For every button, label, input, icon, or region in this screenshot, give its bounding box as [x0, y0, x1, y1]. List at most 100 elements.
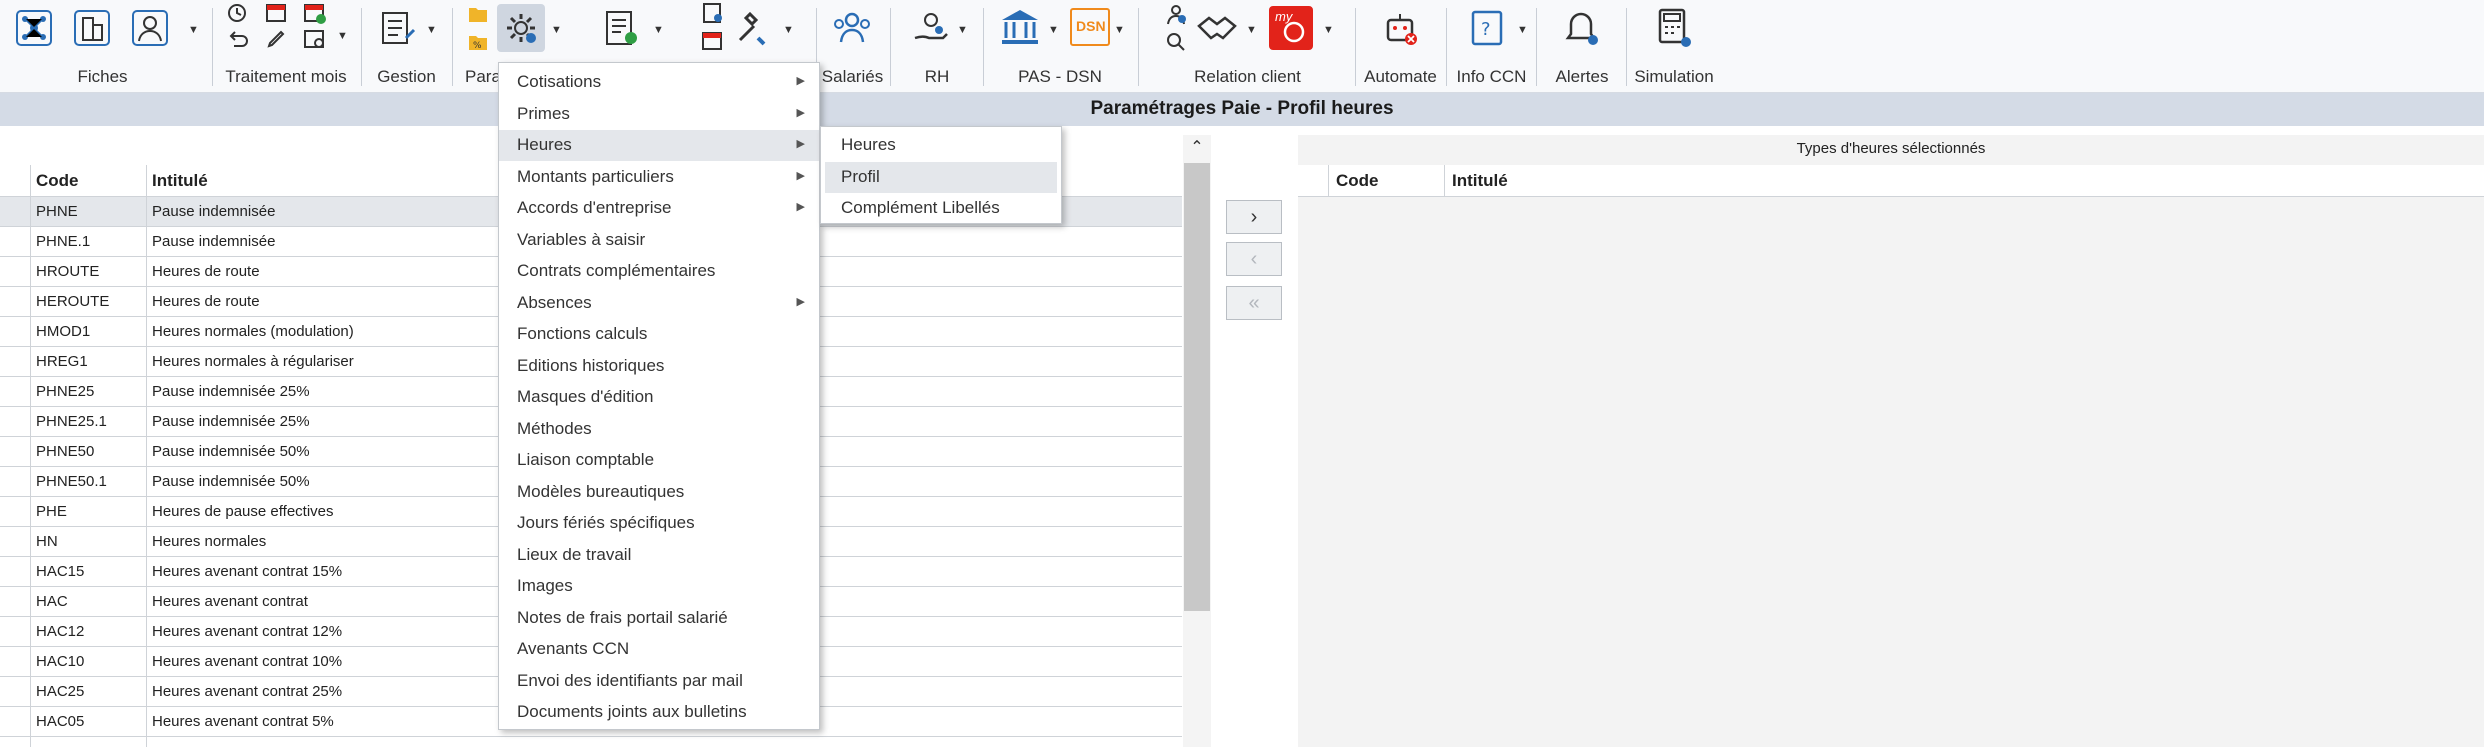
search-icon[interactable] — [1165, 30, 1187, 54]
menu-item[interactable]: Masques d'édition — [499, 382, 819, 413]
menu-item[interactable]: Heures ▶ — [499, 130, 819, 161]
column-header-code[interactable]: Code — [1336, 171, 1379, 191]
divider — [1355, 8, 1356, 86]
chevron-down-icon[interactable]: ▼ — [188, 24, 199, 36]
menu-item[interactable]: Avenants CCN — [499, 634, 819, 665]
menu-item[interactable]: Envoi des identifiants par mail — [499, 666, 819, 697]
chevron-down-icon[interactable]: ▼ — [551, 24, 562, 36]
add-selected-button[interactable]: › — [1226, 200, 1282, 234]
row-intitule: Heures avenant contrat 12% — [152, 623, 343, 640]
chevron-down-icon[interactable]: ▼ — [957, 24, 968, 36]
scroll-up-icon[interactable]: ⌃ — [1183, 135, 1211, 161]
scrollbar-thumb[interactable] — [1184, 163, 1210, 611]
menu-item[interactable]: Modèles bureautiques — [499, 477, 819, 508]
divider — [30, 165, 31, 747]
submenu-item[interactable]: Complément Libellés — [825, 193, 1057, 224]
handshake-icon[interactable] — [1195, 8, 1239, 48]
divider — [1626, 8, 1627, 86]
calendar-view-icon[interactable] — [302, 28, 328, 50]
calendar-eye-icon[interactable] — [700, 30, 726, 52]
chevron-down-icon[interactable]: ▼ — [783, 24, 794, 36]
submenu-item[interactable]: Heures — [825, 130, 1057, 161]
menu-item[interactable]: Variables à saisir — [499, 225, 819, 256]
menu-item[interactable]: Primes ▶ — [499, 99, 819, 130]
network-icon[interactable] — [14, 8, 54, 48]
calculator-icon[interactable] — [1652, 6, 1696, 50]
menu-item[interactable]: Liaison comptable — [499, 445, 819, 476]
chevron-down-icon[interactable]: ▼ — [1048, 24, 1059, 36]
menu-item[interactable]: Notes de frais portail salarié — [499, 603, 819, 634]
hr-hand-icon[interactable] — [911, 8, 951, 48]
menu-item[interactable]: Absences ▶ — [499, 288, 819, 319]
column-header-intitule[interactable]: Intitulé — [1452, 171, 1508, 191]
tools-icon[interactable] — [732, 8, 772, 48]
clock-icon[interactable] — [226, 2, 252, 24]
group-traitement-mois: ▼ Traitement mois — [215, 0, 357, 93]
remove-selected-button[interactable]: ‹ — [1226, 242, 1282, 276]
remove-all-button[interactable]: « — [1226, 286, 1282, 320]
menu-item[interactable]: Documents joints aux bulletins — [499, 697, 819, 728]
submenu-item[interactable]: Profil — [825, 161, 1057, 193]
my-ae-icon[interactable]: my — [1269, 6, 1313, 50]
group-pas-dsn: ▼ DSN ▼ PAS - DSN — [986, 0, 1134, 93]
chevron-down-icon[interactable]: ▼ — [1323, 24, 1334, 36]
chevron-down-icon[interactable]: ▼ — [653, 24, 664, 36]
folder-icon[interactable] — [467, 4, 489, 24]
checklist-icon[interactable] — [378, 8, 418, 48]
vertical-scrollbar[interactable]: ⌃ — [1183, 135, 1211, 747]
menu-item-label: Masques d'édition — [517, 387, 654, 406]
help-book-icon[interactable]: ? — [1467, 8, 1507, 48]
menu-item-label: Liaison comptable — [517, 450, 655, 469]
chevron-down-icon[interactable]: ▼ — [337, 30, 348, 42]
chevron-down-icon[interactable]: ▼ — [426, 24, 437, 36]
menu-item[interactable]: Accords d'entreprise ▶ — [499, 193, 819, 224]
row-intitule: Pause indemnisée 25% — [152, 383, 310, 400]
document-add-icon[interactable] — [601, 8, 641, 48]
calendar-icon[interactable] — [264, 2, 290, 24]
menu-item[interactable]: Montants particuliers ▶ — [499, 162, 819, 193]
selected-hours-header: Code Intitulé — [1298, 165, 2484, 197]
report-icon[interactable] — [700, 2, 726, 24]
dsn-icon[interactable]: DSN — [1070, 8, 1110, 46]
undo-icon[interactable] — [226, 28, 252, 50]
bank-icon[interactable] — [998, 6, 1042, 50]
contact-icon[interactable] — [1165, 2, 1187, 26]
menu-item[interactable]: Images — [499, 571, 819, 602]
menu-item-label: Editions historiques — [517, 355, 665, 375]
menu-item[interactable]: Editions historiques — [499, 351, 819, 382]
menu-item[interactable]: Fonctions calculs — [499, 319, 819, 350]
row-code: PHNE.1 — [36, 233, 91, 250]
menu-item[interactable]: Méthodes — [499, 414, 819, 445]
column-header-intitule[interactable]: Intitulé — [152, 171, 208, 191]
bell-icon[interactable] — [1561, 6, 1601, 48]
chevron-right-icon: ▶ — [796, 169, 805, 182]
divider — [983, 8, 984, 86]
menu-item[interactable]: Cotisations ▶ — [499, 67, 819, 98]
row-intitule: Pause indemnisée 25% — [152, 413, 310, 430]
row-code: HAC25 — [36, 683, 85, 700]
group-label-relation-client: Relation client — [1194, 67, 1301, 86]
edit-icon[interactable] — [264, 28, 290, 50]
menu-item[interactable]: Jours fériés spécifiques — [499, 508, 819, 539]
employee-card-icon[interactable] — [130, 8, 170, 48]
employees-icon[interactable] — [830, 8, 874, 48]
group-label-pas-dsn: PAS - DSN — [1018, 67, 1102, 86]
chevron-down-icon[interactable]: ▼ — [1517, 24, 1528, 36]
row-code: PHNE50.1 — [36, 473, 107, 490]
menu-item[interactable]: Contrats complémentaires — [499, 256, 819, 287]
column-header-code[interactable]: Code — [36, 171, 79, 191]
chevron-down-icon[interactable]: ▼ — [1246, 24, 1257, 36]
group-label-simulation: Simulation — [1634, 67, 1714, 86]
chevron-down-icon[interactable]: ▼ — [1114, 24, 1125, 36]
robot-icon[interactable] — [1380, 8, 1420, 48]
settings-button[interactable] — [497, 4, 545, 52]
row-intitule: Heures de pause effectives — [152, 503, 334, 520]
folder-percent-icon[interactable]: % — [467, 32, 489, 52]
svg-text:%: % — [473, 41, 482, 51]
menu-item-label: Contrats complémentaires — [517, 261, 716, 280]
company-icon[interactable] — [72, 8, 112, 48]
calendar-check-icon[interactable] — [302, 2, 328, 24]
group-relation-client: ▼ my ▼ Relation client — [1141, 0, 1354, 93]
menu-item[interactable]: Lieux de travail — [499, 540, 819, 571]
divider — [890, 8, 891, 86]
